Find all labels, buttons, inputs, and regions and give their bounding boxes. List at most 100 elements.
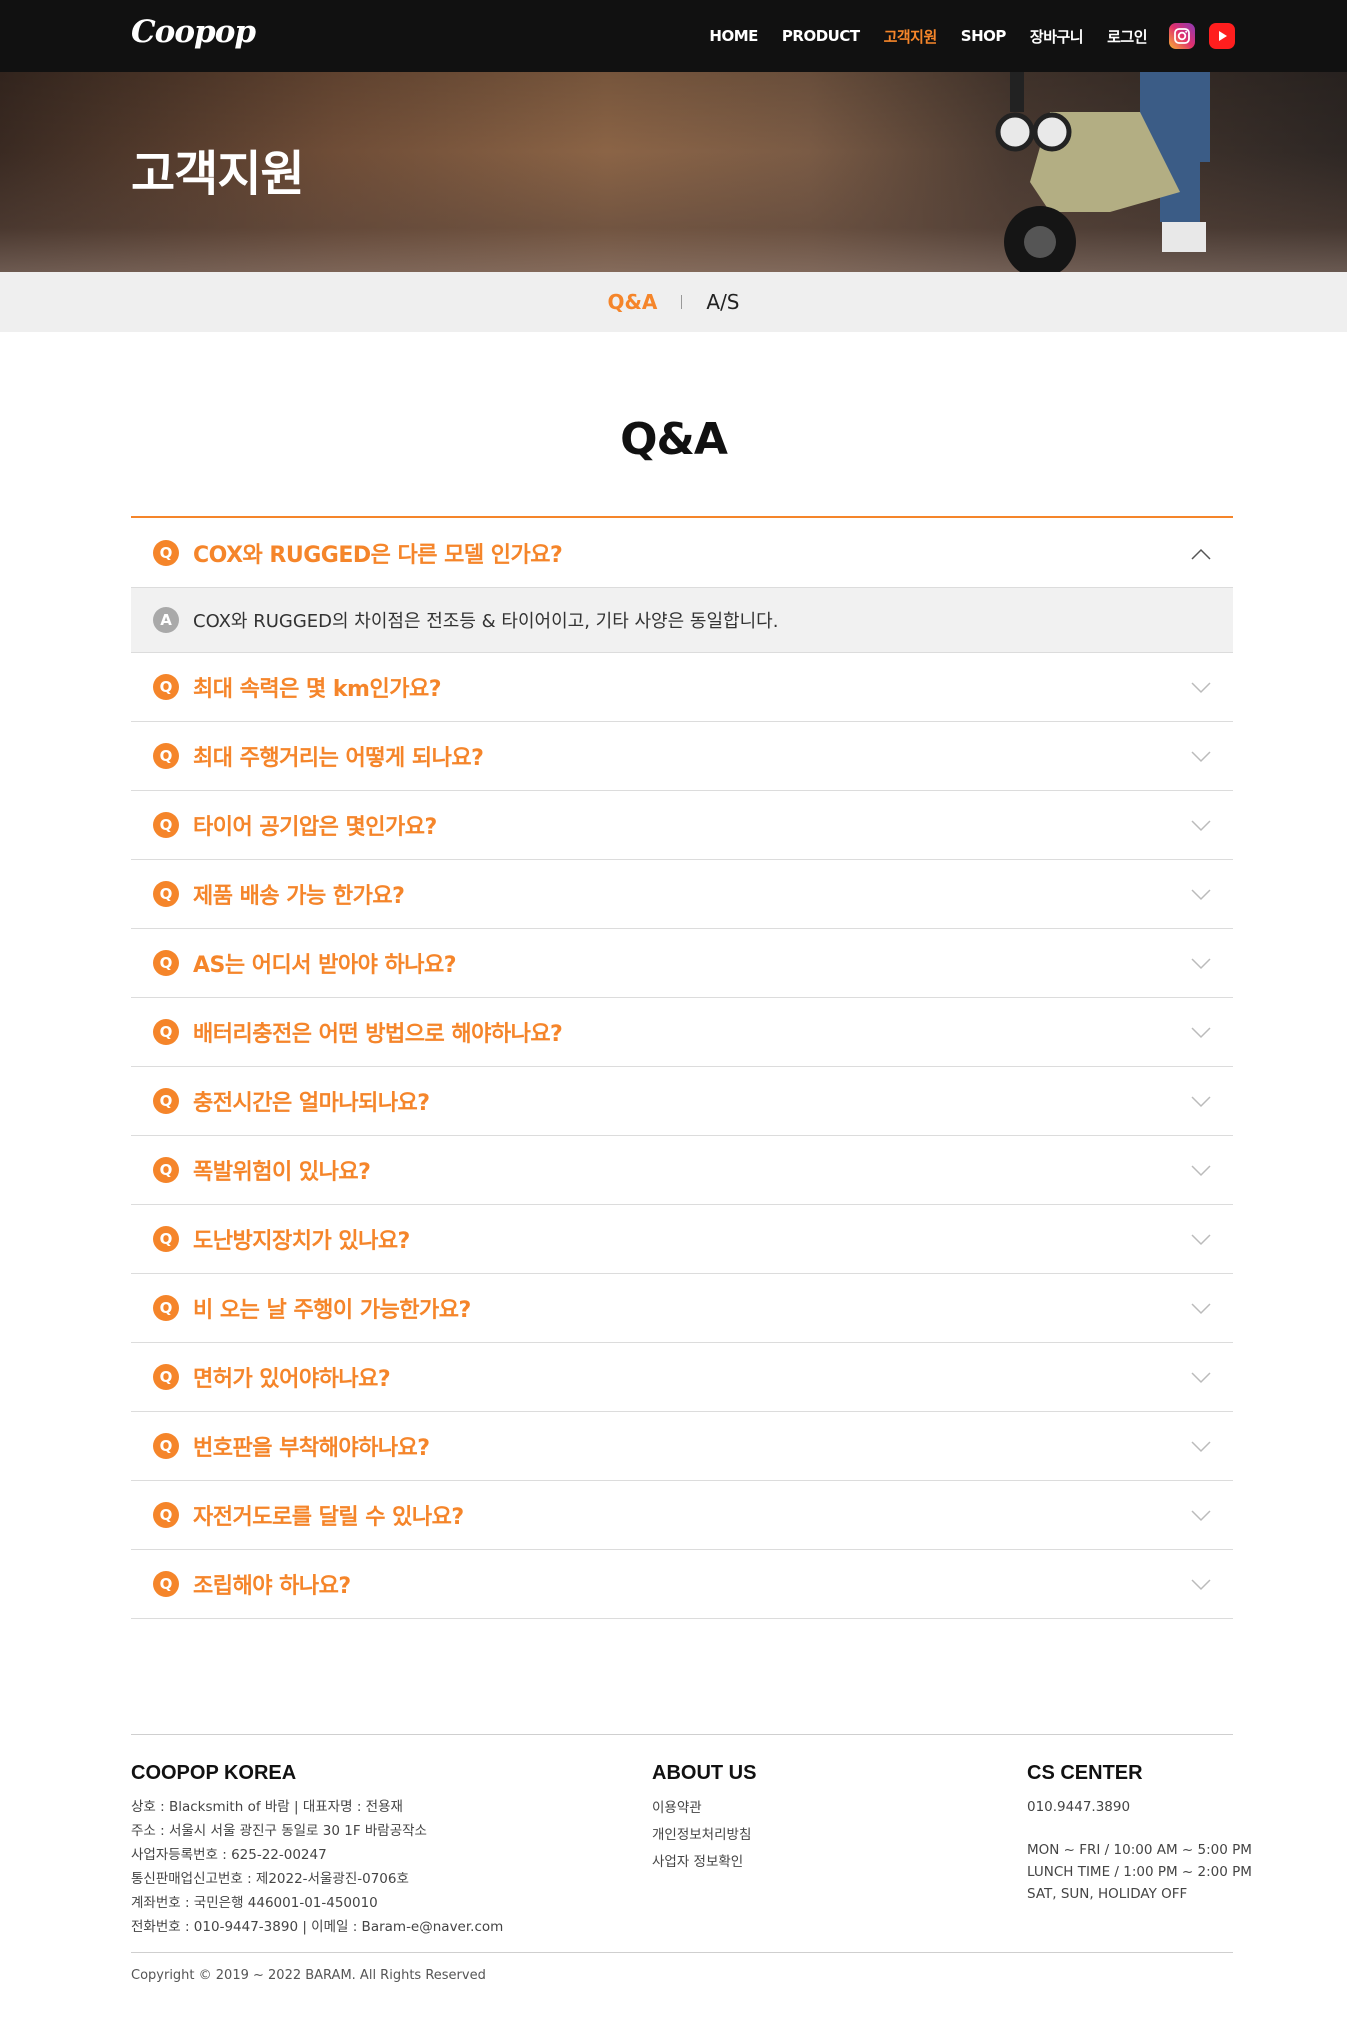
top-navigation-bar: Coopop HOME PRODUCT 고객지원 SHOP 장바구니 로그인 [0,0,1347,72]
sub-navigation: Q&A A/S [0,272,1347,332]
faq-question-row[interactable]: Q 제품 배송 가능 한가요? [131,860,1233,929]
chevron-down-icon[interactable] [1191,1440,1211,1453]
faq-question-row[interactable]: Q 비 오는 날 주행이 가능한가요? [131,1274,1233,1343]
faq-question-text: 도난방지장치가 있나요? [193,1229,410,1254]
question-badge: Q [153,1571,179,1597]
youtube-icon[interactable] [1209,23,1235,49]
footer-divider-top [131,1734,1233,1735]
chevron-down-icon[interactable] [1191,1302,1211,1315]
scooter-rider-image [995,72,1210,272]
faq-question-text: 폭발위험이 있나요? [193,1160,371,1185]
chevron-down-icon[interactable] [1191,1026,1211,1039]
faq-question-text: 자전거도로를 달릴 수 있나요? [193,1505,464,1530]
footer-about-title: ABOUT US [652,1762,757,1784]
chevron-down-icon[interactable] [1191,1095,1211,1108]
footer-cs-phone: 010.9447.3890 [1027,1799,1131,1815]
chevron-down-icon[interactable] [1191,681,1211,694]
faq-question-text: 타이어 공기압은 몇인가요? [193,815,437,840]
tab-qna[interactable]: Q&A [583,290,681,314]
question-badge: Q [153,1019,179,1045]
chevron-down-icon[interactable] [1191,1164,1211,1177]
tab-as[interactable]: A/S [682,290,763,314]
faq-question-text: 제품 배송 가능 한가요? [193,884,405,909]
chevron-down-icon[interactable] [1191,750,1211,763]
main-nav: HOME PRODUCT 고객지원 SHOP 장바구니 로그인 [685,0,1235,72]
footer-link-privacy[interactable]: 개인정보처리방침 [652,1822,756,1849]
footer-cs-center: CS CENTER 010.9447.3890 MON ~ FRI / 10:0… [1027,1762,1252,1905]
page-title: Q&A [620,414,728,465]
faq-question-row[interactable]: Q 조립해야 하나요? [131,1550,1233,1619]
nav-cart[interactable]: 장바구니 [1030,26,1084,47]
question-badge: Q [153,950,179,976]
chevron-down-icon[interactable] [1191,888,1211,901]
faq-question-row[interactable]: Q 폭발위험이 있나요? [131,1136,1233,1205]
faq-question-row[interactable]: Q 타이어 공기압은 몇인가요? [131,791,1233,860]
footer-spacer [1027,1819,1252,1839]
footer-company-line: 전화번호 : 010-9447-3890 | 이메일 : Baram-e@nav… [131,1919,504,1935]
question-badge: Q [153,1295,179,1321]
footer-cs-hours: LUNCH TIME / 1:00 PM ~ 2:00 PM [1027,1864,1252,1880]
instagram-icon[interactable] [1169,23,1195,49]
faq-question-text: 번호판을 부착해야하나요? [193,1436,430,1461]
footer-company-line: 계좌번호 : 국민은행 446001-01-450010 [131,1895,378,1911]
footer-link-business-info[interactable]: 사업자 정보확인 [652,1849,756,1876]
faq-question-text: COX와 RUGGED은 다른 모델 인가요? [193,542,563,568]
hero-title: 고객지원 [131,146,305,202]
faq-question-row[interactable]: Q 자전거도로를 달릴 수 있나요? [131,1481,1233,1550]
footer-company-line: 사업자등록번호 : 625-22-00247 [131,1847,327,1863]
faq-question-text: 최대 속력은 몇 km인가요? [193,677,441,702]
question-badge: Q [153,743,179,769]
faq-question-row[interactable]: Q AS는 어디서 받아야 하나요? [131,929,1233,998]
question-badge: Q [153,812,179,838]
faq-question-row[interactable]: Q 최대 속력은 몇 km인가요? [131,653,1233,722]
footer-cs-hours: MON ~ FRI / 10:00 AM ~ 5:00 PM [1027,1842,1252,1858]
faq-question-text: 배터리충전은 어떤 방법으로 해야하나요? [193,1022,563,1047]
faq-question-row[interactable]: Q 최대 주행거리는 어떻게 되나요? [131,722,1233,791]
chevron-down-icon[interactable] [1191,1371,1211,1384]
footer-cs-hours: SAT, SUN, HOLIDAY OFF [1027,1886,1188,1902]
question-badge: Q [153,1157,179,1183]
footer-company-title: COOPOP KOREA [131,1762,297,1784]
hero-banner: 고객지원 [0,72,1347,272]
footer-link-terms[interactable]: 이용약관 [652,1795,756,1822]
faq-question-row[interactable]: Q COX와 RUGGED은 다른 모델 인가요? [131,518,1233,588]
footer-about-us: ABOUT US 이용약관 개인정보처리방침 사업자 정보확인 [652,1762,756,1876]
question-badge: Q [153,674,179,700]
faq-question-row[interactable]: Q 번호판을 부착해야하나요? [131,1412,1233,1481]
question-badge: Q [153,1364,179,1390]
faq-question-row[interactable]: Q 충전시간은 얼마나되나요? [131,1067,1233,1136]
copyright-text: Copyright © 2019 ~ 2022 BARAM. All Right… [131,1968,486,1983]
nav-shop[interactable]: SHOP [961,27,1007,45]
coopop-logo[interactable]: Coopop [131,14,256,50]
faq-question-row[interactable]: Q 배터리충전은 어떤 방법으로 해야하나요? [131,998,1233,1067]
faq-answer-row: A COX와 RUGGED의 차이점은 전조등 & 타이어이고, 기타 사양은 동… [131,588,1233,653]
footer-company-line: 통신판매업신고번호 : 제2022-서울광진-0706호 [131,1871,409,1887]
faq-question-text: 면허가 있어야하나요? [193,1367,391,1392]
faq-question-row[interactable]: Q 면허가 있어야하나요? [131,1343,1233,1412]
faq-question-text: AS는 어디서 받아야 하나요? [193,953,457,978]
question-badge: Q [153,539,179,566]
footer-company-line: 주소 : 서울시 서울 광진구 동일로 30 1F 바람공작소 [131,1823,427,1839]
footer-cs-title: CS CENTER [1027,1762,1143,1784]
chevron-down-icon[interactable] [1191,819,1211,832]
chevron-down-icon[interactable] [1191,1509,1211,1522]
question-badge: Q [153,1088,179,1114]
chevron-down-icon[interactable] [1191,1233,1211,1246]
chevron-down-icon[interactable] [1191,1578,1211,1591]
question-badge: Q [153,1433,179,1459]
nav-login[interactable]: 로그인 [1107,26,1147,47]
faq-answer-text: COX와 RUGGED의 차이점은 전조등 & 타이어이고, 기타 사양은 동일… [193,611,779,632]
question-badge: Q [153,1226,179,1252]
faq-question-text: 비 오는 날 주행이 가능한가요? [193,1298,471,1323]
answer-badge: A [153,607,179,633]
chevron-up-icon[interactable] [1191,547,1211,560]
faq-question-text: 최대 주행거리는 어떻게 되나요? [193,746,484,771]
nav-product[interactable]: PRODUCT [782,27,860,45]
chevron-down-icon[interactable] [1191,957,1211,970]
faq-question-row[interactable]: Q 도난방지장치가 있나요? [131,1205,1233,1274]
faq-accordion: Q COX와 RUGGED은 다른 모델 인가요? A COX와 RUGGED의 차이… [131,516,1233,1619]
nav-home[interactable]: HOME [709,27,758,45]
footer-company-line: 상호 : Blacksmith of 바람 | 대표자명 : 전용재 [131,1799,403,1815]
faq-question-text: 조립해야 하나요? [193,1574,351,1599]
nav-customer-support[interactable]: 고객지원 [884,26,938,47]
